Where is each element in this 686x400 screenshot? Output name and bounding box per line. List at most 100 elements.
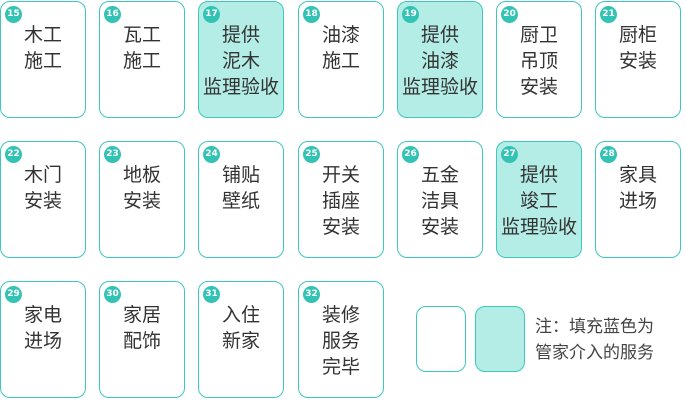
step-number-badge: 19 xyxy=(402,6,419,23)
step-label-line: 完毕 xyxy=(321,356,360,378)
step-label-line: 瓦工 xyxy=(122,24,161,46)
step-label-line: 竣工 xyxy=(519,190,558,212)
step-label-line: 地板 xyxy=(122,164,161,186)
step-number-badge: 29 xyxy=(5,286,22,303)
step-card-19: 19 提供油漆监理验收 xyxy=(397,1,483,118)
step-card-31: 31 入住新家 xyxy=(198,281,284,398)
step-card-15: 15 木工施工 xyxy=(0,1,86,118)
step-card-24: 24 铺贴壁纸 xyxy=(198,141,284,258)
step-label: 入住 新家 xyxy=(199,302,283,354)
step-label-line: 五金 xyxy=(420,164,459,186)
step-card-23: 23 地板安装 xyxy=(99,141,185,258)
step-label: 瓦工 施工 xyxy=(100,22,184,74)
step-label-line: 安装 xyxy=(122,190,161,212)
step-label-line: 吊顶 xyxy=(519,50,558,72)
legend-note-line-2: 管家介入的服务 xyxy=(535,343,654,363)
step-label-line: 提供 xyxy=(221,24,260,46)
step-label: 家电 进场 xyxy=(1,302,85,354)
step-label-line: 泥木 xyxy=(221,50,260,72)
step-label-line: 安装 xyxy=(519,76,558,98)
step-label-line: 木门 xyxy=(23,164,62,186)
step-label-line: 进场 xyxy=(23,330,62,352)
step-label: 木门 安装 xyxy=(1,162,85,214)
step-label: 铺贴 壁纸 xyxy=(199,162,283,214)
step-label-line: 安装 xyxy=(618,50,657,72)
step-number-badge: 17 xyxy=(203,6,220,23)
step-label-line: 入住 xyxy=(221,304,260,326)
step-label: 家居 配饰 xyxy=(100,302,184,354)
step-number-badge: 32 xyxy=(303,286,320,303)
step-card-30: 30 家居配饰 xyxy=(99,281,185,398)
step-label: 油漆 施工 xyxy=(299,22,383,74)
legend-swatch-managed xyxy=(475,306,525,372)
step-label-line: 家电 xyxy=(23,304,62,326)
step-label-line: 监理验收 xyxy=(202,76,279,98)
step-label-line: 厨卫 xyxy=(519,24,558,46)
step-card-16: 16 瓦工施工 xyxy=(99,1,185,118)
step-label: 地板 安装 xyxy=(100,162,184,214)
step-label: 厨柜 安装 xyxy=(596,22,680,74)
step-label-line: 油漆 xyxy=(321,24,360,46)
step-number-badge: 28 xyxy=(600,146,617,163)
step-card-29: 29 家电进场 xyxy=(0,281,86,398)
step-number-badge: 24 xyxy=(203,146,220,163)
step-card-32: 32 装修 服务 完毕 xyxy=(298,281,384,398)
step-number-badge: 16 xyxy=(104,6,121,23)
step-card-22: 22 木门安装 xyxy=(0,141,86,258)
step-label-line: 进场 xyxy=(618,190,657,212)
step-label-line: 安装 xyxy=(420,216,459,238)
step-label-line: 插座 xyxy=(321,190,360,212)
step-label-line: 开关 xyxy=(321,164,360,186)
step-label-line: 安装 xyxy=(321,216,360,238)
step-number-badge: 31 xyxy=(203,286,220,303)
step-label-line: 配饰 xyxy=(122,330,161,352)
legend-note-line-1: 注：填充蓝色为 xyxy=(535,317,654,337)
step-card-17: 17 提供泥木监理验收 xyxy=(198,1,284,118)
step-label-line: 施工 xyxy=(321,50,360,72)
step-card-20: 20 厨卫吊顶安装 xyxy=(496,1,582,118)
step-label-line: 壁纸 xyxy=(221,190,260,212)
step-label-line: 油漆 xyxy=(420,50,459,72)
step-label-line: 家居 xyxy=(122,304,161,326)
step-label-line: 新家 xyxy=(221,330,260,352)
step-card-27: 27 提供竣工监理验收 xyxy=(496,141,582,258)
step-label: 提供 泥木 监理验收 xyxy=(199,22,283,100)
step-label-line: 厨柜 xyxy=(618,24,657,46)
step-label: 提供 竣工 监理验收 xyxy=(497,162,581,240)
step-number-badge: 30 xyxy=(104,286,121,303)
step-number-badge: 23 xyxy=(104,146,121,163)
step-number-badge: 18 xyxy=(303,6,320,23)
legend-swatch-plain xyxy=(416,306,466,372)
step-card-18: 18 油漆施工 xyxy=(298,1,384,118)
step-number-badge: 22 xyxy=(5,146,22,163)
step-number-badge: 26 xyxy=(402,146,419,163)
step-number-badge: 21 xyxy=(600,6,617,23)
step-label-line: 铺贴 xyxy=(221,164,260,186)
step-label-line: 安装 xyxy=(23,190,62,212)
step-label: 装修 服务 完毕 xyxy=(299,302,383,380)
step-label-line: 提供 xyxy=(519,164,558,186)
step-number-badge: 15 xyxy=(5,6,22,23)
step-label-line: 监理验收 xyxy=(500,216,577,238)
step-label: 提供 油漆 监理验收 xyxy=(398,22,482,100)
step-label: 木工 施工 xyxy=(1,22,85,74)
step-label-line: 提供 xyxy=(420,24,459,46)
step-number-badge: 20 xyxy=(501,6,518,23)
step-number-badge: 27 xyxy=(501,146,518,163)
step-label: 开关 插座 安装 xyxy=(299,162,383,240)
step-label-line: 监理验收 xyxy=(401,76,478,98)
step-label-line: 木工 xyxy=(23,24,62,46)
step-label-line: 施工 xyxy=(23,50,62,72)
step-label-line: 家具 xyxy=(618,164,657,186)
step-card-21: 21 厨柜安装 xyxy=(595,1,681,118)
step-label-line: 施工 xyxy=(122,50,161,72)
step-label-line: 洁具 xyxy=(420,190,459,212)
step-card-26: 26 五金洁具安装 xyxy=(397,141,483,258)
step-label: 五金 洁具 安装 xyxy=(398,162,482,240)
step-card-28: 28 家具进场 xyxy=(595,141,681,258)
step-number-badge: 25 xyxy=(303,146,320,163)
step-card-25: 25 开关插座安装 xyxy=(298,141,384,258)
step-label: 家具 进场 xyxy=(596,162,680,214)
step-label-line: 装修 xyxy=(321,304,360,326)
step-label: 厨卫 吊顶 安装 xyxy=(497,22,581,100)
